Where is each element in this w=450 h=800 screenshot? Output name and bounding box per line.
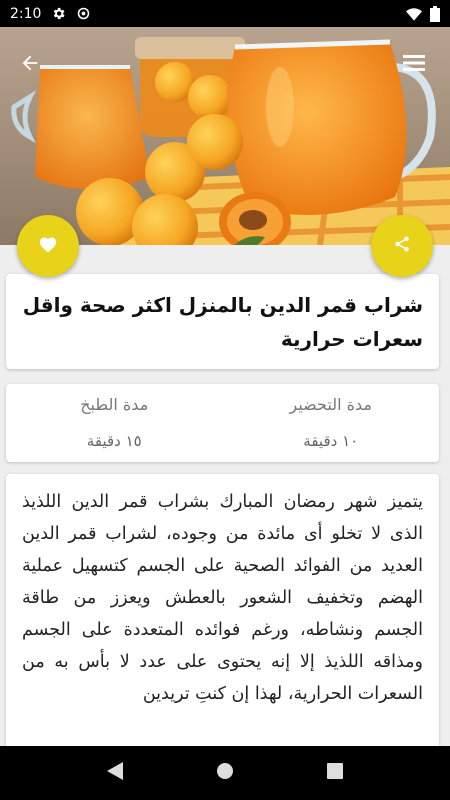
cook-time: مدة الطبخ ١٥ دقيقة [6, 384, 223, 462]
back-button[interactable] [8, 41, 52, 85]
triangle-back-icon [107, 762, 123, 784]
arrow-back-icon [19, 52, 41, 74]
recipe-title-card: شراب قمر الدين بالمنزل اكثر صحة واقل سعر… [6, 274, 439, 369]
recipe-hero-image [0, 27, 450, 245]
recipe-times-card: مدة التحضير ١٠ دقيقة مدة الطبخ ١٥ دقيقة [6, 384, 439, 462]
circle-home-icon [216, 762, 234, 784]
settings-gear-icon [51, 6, 66, 21]
recipe-description: يتميز شهر رمضان المبارك بشراب قمر الدين … [22, 492, 423, 704]
wifi-icon [406, 7, 422, 21]
nav-recents-button[interactable] [315, 753, 355, 793]
prep-time-value: ١٠ دقيقة [303, 432, 359, 450]
sync-icon [76, 6, 91, 21]
cook-time-label: مدة الطبخ [80, 395, 149, 414]
heart-icon [38, 235, 58, 257]
share-button[interactable] [371, 215, 433, 277]
cook-time-value: ١٥ دقيقة [86, 432, 142, 450]
nav-home-button[interactable] [205, 753, 245, 793]
system-navigation-bar [0, 746, 450, 800]
square-recents-icon [327, 763, 343, 783]
share-icon [393, 235, 411, 257]
menu-button[interactable] [392, 41, 436, 85]
recipe-description-card: يتميز شهر رمضان المبارك بشراب قمر الدين … [6, 474, 439, 774]
favorite-button[interactable] [17, 215, 79, 277]
status-time: 2:10 [10, 5, 42, 22]
battery-icon [430, 5, 440, 22]
nav-back-button[interactable] [95, 753, 135, 793]
prep-time: مدة التحضير ١٠ دقيقة [223, 384, 440, 462]
hamburger-menu-icon [403, 53, 425, 73]
apricot-drink-illustration [0, 27, 450, 245]
status-bar: 2:10 [0, 0, 450, 27]
recipe-title: شراب قمر الدين بالمنزل اكثر صحة واقل سعر… [22, 293, 423, 351]
prep-time-label: مدة التحضير [289, 395, 372, 414]
